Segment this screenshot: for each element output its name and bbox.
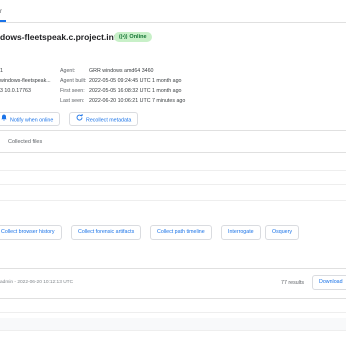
- first-seen-value: 2022-05-05 16:08:32 UTC 1 month ago: [89, 88, 182, 94]
- collected-files-divider: [0, 152, 346, 153]
- flow-meta: admin - 2022-06-20 10:12:13 UTC: [0, 280, 74, 285]
- table-row: [0, 200, 346, 201]
- collect-path-timeline-button[interactable]: Collect path timeline: [150, 225, 212, 240]
- status-badge-label: Online: [129, 34, 147, 40]
- notify-when-online-button[interactable]: Notify when online: [0, 112, 61, 127]
- last-seen-label: Last seen:: [60, 98, 85, 104]
- detail-left-2: windows-fleetspeak...: [0, 78, 51, 84]
- recollect-label: Recollect metadata: [86, 117, 132, 124]
- detail-left-3: 3 10.0.17763: [0, 88, 31, 94]
- detail-left-1: 1: [0, 68, 3, 74]
- actions-divider: [0, 130, 346, 131]
- flows-divider: [0, 268, 346, 269]
- online-dot-icon: ((•)): [119, 34, 128, 40]
- download-button[interactable]: Download: [312, 275, 346, 290]
- last-seen-value: 2022-06-20 10:06:21 UTC 7 minutes ago: [89, 98, 186, 104]
- bell-icon: [1, 113, 7, 127]
- recollect-metadata-button[interactable]: Recollect metadata: [69, 112, 139, 127]
- osquery-button[interactable]: Osquery: [265, 225, 300, 240]
- table-row: [0, 312, 346, 313]
- tab-label[interactable]: r: [0, 9, 2, 15]
- notify-label: Notify when online: [10, 117, 54, 124]
- results-divider: [0, 298, 346, 299]
- tab-divider: [0, 22, 346, 23]
- table-row: [0, 170, 346, 171]
- agent-built-value: 2022-05-05 09:24:45 UTC 1 month ago: [89, 78, 182, 84]
- collected-files-heading[interactable]: Collected files: [8, 139, 42, 145]
- collect-browser-history-button[interactable]: Collect browser history: [0, 225, 62, 240]
- results-count: 77 results: [281, 280, 304, 286]
- agent-value: GRR windows amd64 3460: [89, 68, 154, 74]
- agent-label: Agent:: [60, 68, 76, 74]
- interrogate-button[interactable]: Interrogate: [221, 225, 261, 240]
- table-row: [0, 330, 346, 331]
- status-badge: ((•)) Online: [114, 32, 152, 42]
- refresh-icon: [76, 113, 83, 127]
- table-row: [0, 184, 346, 185]
- collect-forensic-artifacts-button[interactable]: Collect forensic artifacts: [71, 225, 142, 240]
- agent-built-label: Agent built:: [60, 78, 87, 84]
- first-seen-label: First seen:: [60, 88, 85, 94]
- table-header-band: [0, 318, 346, 330]
